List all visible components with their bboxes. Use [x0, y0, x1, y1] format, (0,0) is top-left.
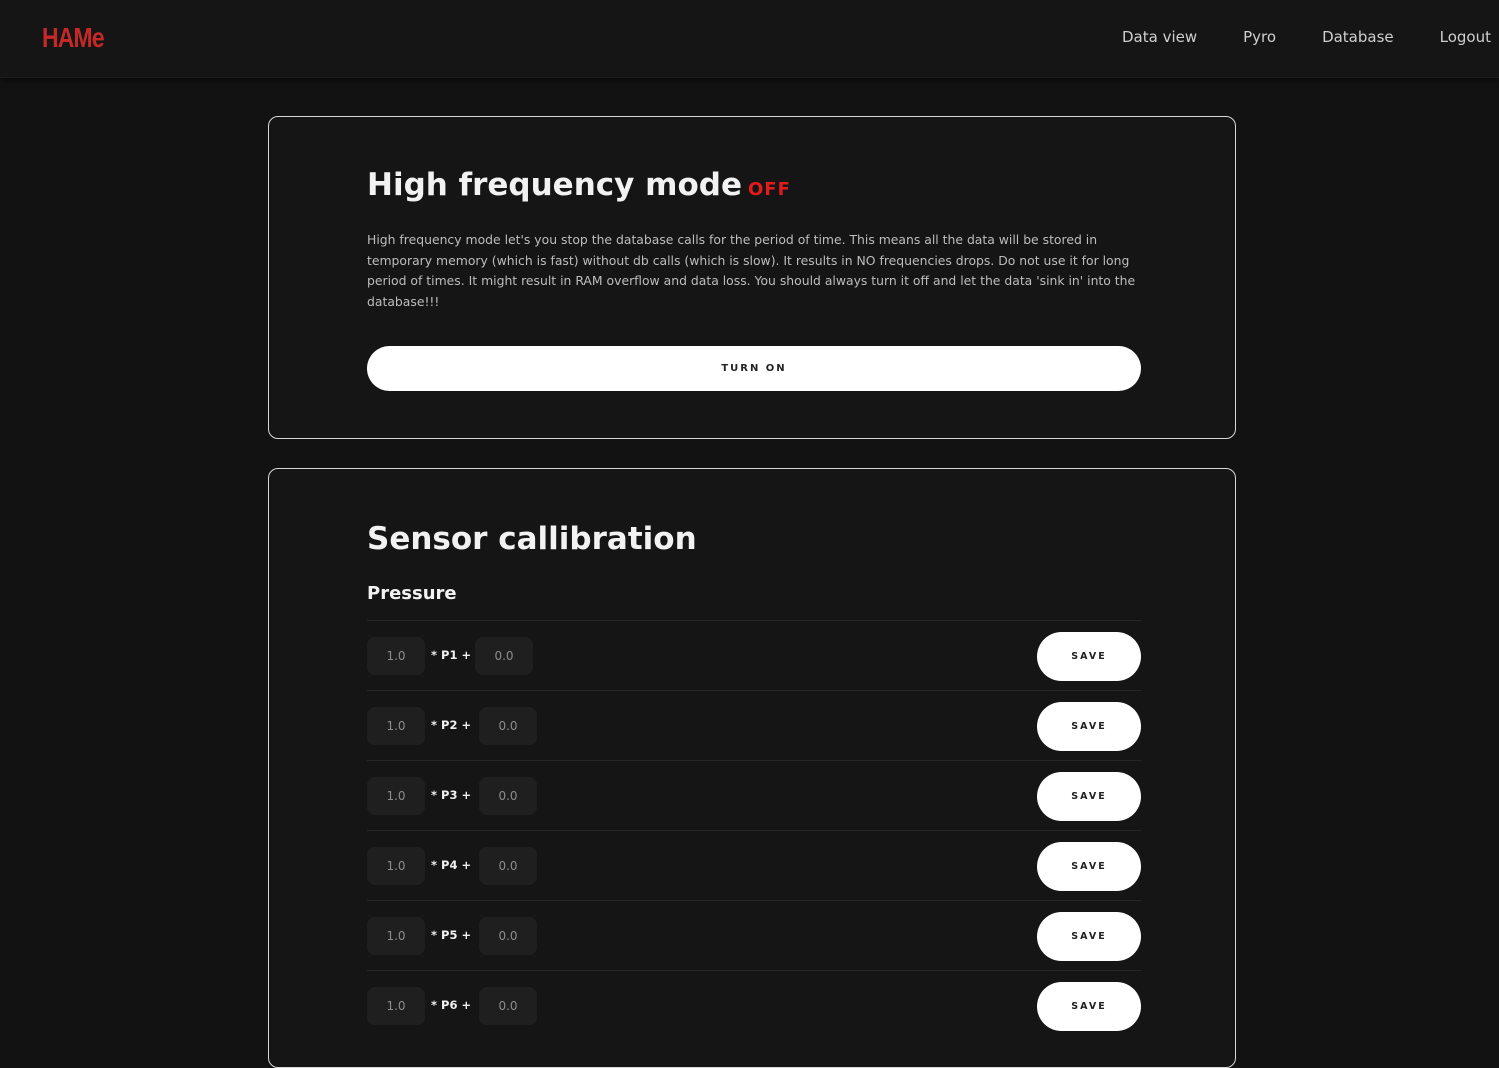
sensor-calibration-card: Sensor callibration Pressure * P1 +SAVE*… — [268, 468, 1236, 1068]
nav-link-logout[interactable]: Logout — [1440, 28, 1491, 46]
multiplier-input-p6[interactable] — [367, 987, 425, 1025]
save-button-p2[interactable]: SAVE — [1037, 702, 1141, 751]
offset-input-p6[interactable] — [479, 987, 537, 1025]
calibration-rows: * P1 + SAVE * P2 + SAVE * P3 + SAVE * P4 + SAVE… — [367, 620, 1141, 1040]
calibration-row-p2: * P2 + SAVE — [367, 690, 1141, 760]
offset-input-p2[interactable] — [479, 707, 537, 745]
calibration-row-p5: * P5 + SAVE — [367, 900, 1141, 970]
high-frequency-description: High frequency mode let's you stop the d… — [367, 232, 1136, 309]
calibration-row-p4: * P4 + SAVE — [367, 830, 1141, 900]
high-frequency-status-badge: OFF — [747, 179, 791, 200]
multiplier-input-p3[interactable] — [367, 777, 425, 815]
sensor-label-p2: * P2 + — [431, 718, 472, 732]
sensor-label-p6: * P6 + — [431, 998, 472, 1012]
turn-on-button[interactable]: TURN ON — [367, 346, 1141, 391]
save-button-p4[interactable]: SAVE — [1037, 842, 1141, 891]
nav-link-data-view[interactable]: Data view — [1122, 28, 1197, 46]
multiplier-input-p4[interactable] — [367, 847, 425, 885]
calibration-row-p1: * P1 + SAVE — [367, 620, 1141, 690]
multiplier-input-p5[interactable] — [367, 917, 425, 955]
save-button-p6[interactable]: SAVE — [1037, 982, 1141, 1031]
top-navbar: HAMe Data view Pyro Database Logout — [0, 0, 1499, 78]
offset-input-p1[interactable] — [475, 637, 533, 675]
save-button-p3[interactable]: SAVE — [1037, 772, 1141, 821]
sensor-calibration-title: Sensor callibration — [367, 521, 697, 557]
sensor-label-p5: * P5 + — [431, 928, 472, 942]
sensor-label-p1: * P1 + — [431, 648, 472, 662]
save-button-p5[interactable]: SAVE — [1037, 912, 1141, 961]
high-frequency-title: High frequency mode OFF — [367, 167, 791, 203]
multiplier-input-p2[interactable] — [367, 707, 425, 745]
offset-input-p4[interactable] — [479, 847, 537, 885]
offset-input-p3[interactable] — [479, 777, 537, 815]
high-frequency-card: High frequency mode OFF High frequency mo… — [268, 116, 1236, 439]
calibration-row-p6: * P6 + SAVE — [367, 970, 1141, 1040]
nav-link-database[interactable]: Database — [1322, 28, 1394, 46]
sensor-label-p3: * P3 + — [431, 788, 472, 802]
app-logo[interactable]: HAMe — [42, 22, 105, 54]
nav-links: Data view Pyro Database Logout — [1076, 28, 1491, 46]
multiplier-input-p1[interactable] — [367, 637, 425, 675]
offset-input-p5[interactable] — [479, 917, 537, 955]
high-frequency-title-text: High frequency mode — [367, 167, 742, 203]
pressure-section-title: Pressure — [367, 583, 457, 604]
sensor-label-p4: * P4 + — [431, 858, 472, 872]
calibration-row-p3: * P3 + SAVE — [367, 760, 1141, 830]
nav-link-pyro[interactable]: Pyro — [1243, 28, 1276, 46]
save-button-p1[interactable]: SAVE — [1037, 632, 1141, 681]
